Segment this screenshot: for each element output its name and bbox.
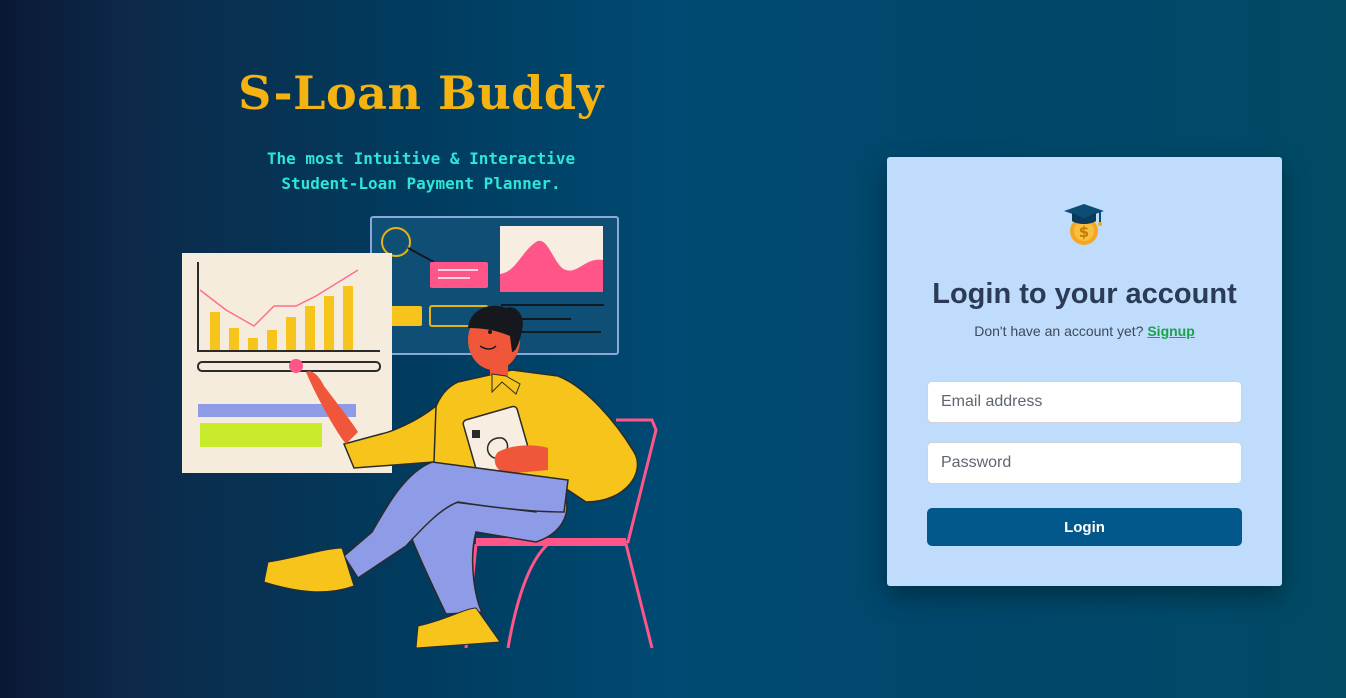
tagline-line-1: The most Intuitive & Interactive (266, 149, 576, 168)
svg-text:$: $ (1079, 223, 1089, 241)
login-title: Login to your account (932, 278, 1237, 310)
chair-seat (476, 538, 626, 546)
tagline-line-2: Student-Loan Payment Planner. (281, 174, 561, 193)
signup-link[interactable]: Signup (1147, 323, 1194, 339)
login-card: $ Login to your account Don't have an ac… (887, 157, 1282, 586)
app-tagline: The most Intuitive & Interactive Student… (0, 146, 842, 196)
graduation-cap-coin-icon: $ (1064, 204, 1104, 245)
signup-prompt: Don't have an account yet? Signup (887, 323, 1282, 339)
password-field[interactable] (927, 442, 1242, 484)
hero-illustration (182, 216, 658, 649)
signup-prompt-text: Don't have an account yet? (974, 323, 1144, 339)
email-field[interactable] (927, 381, 1242, 423)
login-button[interactable]: Login (927, 508, 1242, 546)
app-title: S-Loan Buddy (238, 66, 604, 120)
